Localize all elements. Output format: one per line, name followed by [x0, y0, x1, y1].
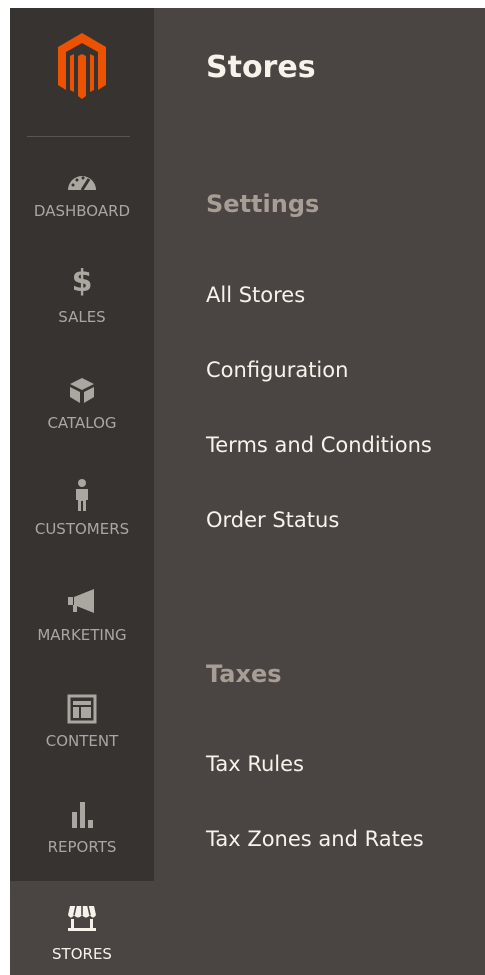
nav-item-dashboard[interactable]: DASHBOARD [10, 160, 154, 266]
link-order-status[interactable]: Order Status [206, 508, 339, 532]
nav-label-stores: STORES [52, 945, 112, 963]
link-terms-and-conditions[interactable]: Terms and Conditions [206, 433, 432, 457]
nav-label-content: CONTENT [45, 732, 119, 750]
link-tax-zones-and-rates[interactable]: Tax Zones and Rates [206, 827, 424, 851]
link-tax-rules[interactable]: Tax Rules [206, 752, 304, 776]
link-configuration[interactable]: Configuration [206, 358, 348, 382]
megaphone-icon [68, 589, 94, 613]
admin-menu: DASHBOARD $ SALES CATALOG CUSTOMERS MARK… [10, 8, 485, 975]
nav-item-stores[interactable]: STORES [10, 881, 154, 975]
dollar-icon: $ [71, 264, 93, 299]
section-title-settings: Settings [206, 190, 320, 218]
nav-label-dashboard: DASHBOARD [33, 202, 131, 220]
nav-label-marketing: MARKETING [37, 626, 127, 644]
nav-label-sales: SALES [58, 308, 106, 326]
section-title-taxes: Taxes [206, 660, 282, 688]
dashboard-icon [68, 176, 96, 191]
sidebar: DASHBOARD $ SALES CATALOG CUSTOMERS MARK… [10, 8, 154, 975]
logo-divider [27, 136, 130, 137]
person-icon [76, 479, 88, 511]
bar-chart-icon [72, 802, 93, 828]
link-all-stores[interactable]: All Stores [206, 283, 305, 307]
nav-item-marketing[interactable]: MARKETING [10, 584, 154, 690]
cube-icon [70, 378, 94, 403]
nav-item-content[interactable]: CONTENT [10, 690, 154, 796]
layout-icon [67, 694, 97, 724]
nav-item-customers[interactable]: CUSTOMERS [10, 478, 154, 584]
magento-logo-icon[interactable] [54, 30, 110, 102]
storefront-icon [68, 905, 96, 931]
nav-item-catalog[interactable]: CATALOG [10, 372, 154, 478]
nav-label-catalog: CATALOG [47, 414, 117, 432]
nav-label-reports: REPORTS [47, 838, 117, 856]
nav-label-customers: CUSTOMERS [34, 520, 130, 538]
nav-item-sales[interactable]: $ SALES [10, 264, 154, 372]
submenu-title: Stores [206, 50, 316, 85]
